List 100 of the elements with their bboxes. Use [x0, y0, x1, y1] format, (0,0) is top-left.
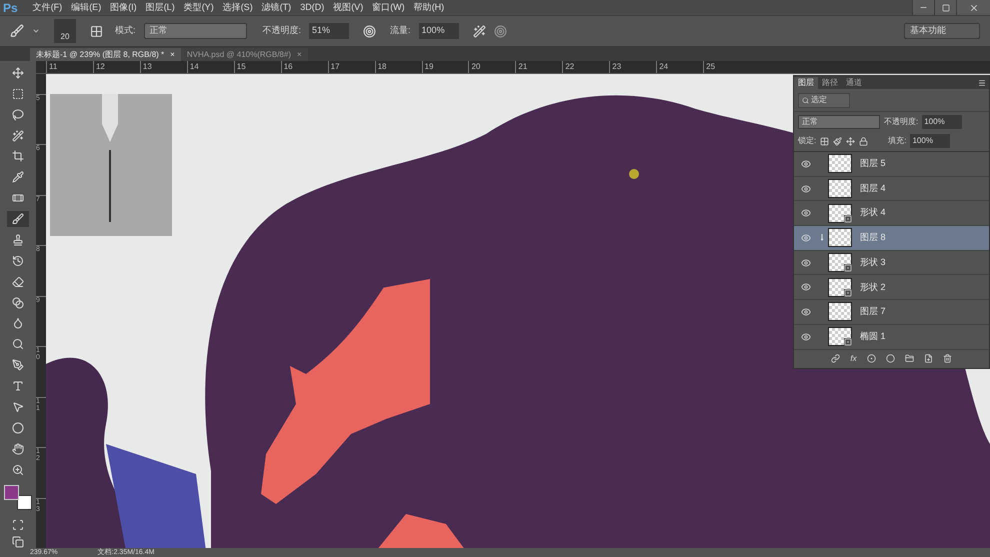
- panel-tab[interactable]: 图层: [794, 77, 818, 89]
- panel-menu-icon[interactable]: [978, 79, 986, 87]
- layer-name: 椭圆 1: [860, 330, 886, 343]
- ruler-number: 19: [424, 62, 434, 71]
- maximize-button[interactable]: [934, 0, 956, 15]
- background-color-swatch[interactable]: [17, 495, 32, 510]
- visibility-eye-icon[interactable]: [801, 232, 811, 243]
- ruler-number: 16: [284, 62, 293, 71]
- opacity-field[interactable]: 51%: [309, 23, 350, 39]
- adjustment-layer-icon[interactable]: [886, 354, 895, 363]
- brush-tool-icon[interactable]: [7, 211, 29, 227]
- layer-row[interactable]: 形状 2: [794, 275, 989, 300]
- ruler-number: 17: [330, 62, 340, 71]
- quick-mask-icon[interactable]: [12, 519, 24, 532]
- lock-label: 锁定:: [798, 135, 816, 147]
- document-tab[interactable]: 未标题-1 @ 239% (图层 8, RGB/8) * ×: [30, 48, 181, 61]
- panel-tab[interactable]: 路径: [818, 77, 842, 89]
- lock-position-icon[interactable]: [846, 136, 856, 146]
- lock-icon[interactable]: [859, 136, 868, 146]
- layer-name: 图层 8: [860, 231, 886, 244]
- flow-field[interactable]: 100%: [418, 23, 459, 39]
- layer-mask-icon[interactable]: [866, 354, 876, 363]
- maximize-icon: [942, 4, 950, 12]
- layer-name: 图层 5: [860, 157, 886, 170]
- layer-row[interactable]: 形状 3: [794, 250, 989, 276]
- brush-panel-icon[interactable]: [90, 24, 103, 38]
- tab-close[interactable]: ×: [170, 48, 175, 60]
- menu-item[interactable]: 选择(S): [222, 3, 253, 12]
- menu-item[interactable]: 类型(Y): [184, 3, 214, 12]
- filter-value: 选定: [811, 94, 827, 106]
- visibility-eye-icon[interactable]: [801, 306, 811, 317]
- smoothing-icon[interactable]: [472, 24, 486, 38]
- menu-item[interactable]: 文件(F): [32, 3, 62, 12]
- layer-row[interactable]: 图层 7: [794, 300, 989, 325]
- caret-icon[interactable]: [32, 27, 40, 35]
- new-layer-icon[interactable]: [924, 354, 933, 363]
- visibility-eye-icon[interactable]: [801, 258, 811, 268]
- search-icon: [802, 96, 809, 104]
- ruler-number: 11: [49, 62, 58, 71]
- folder-icon[interactable]: [904, 354, 914, 363]
- ruler-number: 24: [659, 62, 668, 71]
- ruler-number: 20: [471, 62, 480, 71]
- menu-item[interactable]: 编辑(E): [71, 3, 102, 12]
- tab-title: NVHA.psd @ 410%(RGB/8#): [186, 48, 291, 60]
- tab-close[interactable]: ×: [297, 48, 302, 60]
- workspace-select[interactable]: 基本功能: [904, 23, 980, 39]
- brush-size-picker[interactable]: 20: [54, 19, 76, 43]
- mode-label: 模式:: [115, 24, 136, 38]
- layer-opacity-field[interactable]: 100%: [922, 114, 962, 128]
- panel-tab[interactable]: 通道: [842, 77, 866, 89]
- lock-pixels-icon[interactable]: [833, 136, 842, 146]
- ruler-number: 22: [565, 62, 574, 71]
- menu-item[interactable]: 帮助(H): [414, 3, 444, 12]
- layer-row[interactable]: 椭圆 1: [794, 324, 989, 350]
- brush-preset-icon[interactable]: [10, 24, 24, 38]
- layer-row[interactable]: 图层 5: [794, 152, 989, 177]
- mode-select[interactable]: 正常: [144, 23, 247, 39]
- ruler-number: 14: [190, 62, 199, 71]
- menu-item[interactable]: 图像(I): [110, 3, 137, 12]
- ruler-number: 25: [706, 62, 716, 71]
- ruler-number: 21: [518, 62, 528, 71]
- menu-item[interactable]: 视图(V): [333, 3, 364, 12]
- layer-filter-select[interactable]: 选定: [798, 92, 850, 108]
- menu-item[interactable]: 3D(D): [300, 3, 324, 12]
- lock-transparency-icon[interactable]: [820, 136, 830, 146]
- link-icon[interactable]: [831, 354, 840, 363]
- ruler-number: 18: [378, 62, 386, 71]
- layer-row[interactable]: 图层 4: [794, 176, 989, 202]
- menu-item[interactable]: 图层(L): [146, 3, 175, 12]
- visibility-eye-icon[interactable]: [801, 282, 811, 292]
- opacity-label: 不透明度:: [262, 24, 302, 38]
- layer-name: 图层 4: [860, 182, 886, 195]
- visibility-eye-icon[interactable]: [801, 208, 811, 218]
- layer-name: 形状 4: [860, 206, 886, 220]
- tab-title: 未标题-1 @ 239% (图层 8, RGB/8) *: [36, 48, 164, 60]
- delete-icon[interactable]: [942, 354, 952, 363]
- menu-item[interactable]: 窗口(W): [372, 3, 405, 12]
- layer-name: 图层 7: [860, 305, 886, 318]
- ruler-number: 13: [142, 62, 152, 71]
- screen-mode-icon[interactable]: [12, 536, 24, 548]
- layer-name: 形状 3: [860, 256, 886, 269]
- document-tab[interactable]: NVHA.psd @ 410%(RGB/8#) ×: [180, 48, 308, 61]
- fill-label: 填充:: [888, 135, 906, 147]
- visibility-eye-icon[interactable]: [801, 158, 811, 169]
- menu-item[interactable]: 滤镜(T): [262, 3, 292, 12]
- close-button[interactable]: [956, 0, 990, 15]
- foreground-color-swatch[interactable]: [4, 484, 19, 500]
- layer-row[interactable]: 形状 4: [794, 201, 989, 226]
- layer-style-button[interactable]: fx: [850, 352, 857, 364]
- opacity-label: 不透明度:: [884, 116, 918, 128]
- ruler-number: 12: [96, 62, 105, 71]
- close-icon: [968, 2, 978, 12]
- ruler-number: 15: [236, 62, 246, 71]
- layer-fill-field[interactable]: 100%: [910, 134, 950, 148]
- blend-mode-select[interactable]: 正常: [798, 114, 880, 128]
- ruler-number: 23: [612, 62, 622, 71]
- airbrush-icon[interactable]: [363, 24, 376, 38]
- visibility-eye-icon[interactable]: [801, 184, 811, 194]
- layer-row[interactable]: 图层 8: [794, 226, 989, 251]
- visibility-eye-icon[interactable]: [801, 332, 811, 342]
